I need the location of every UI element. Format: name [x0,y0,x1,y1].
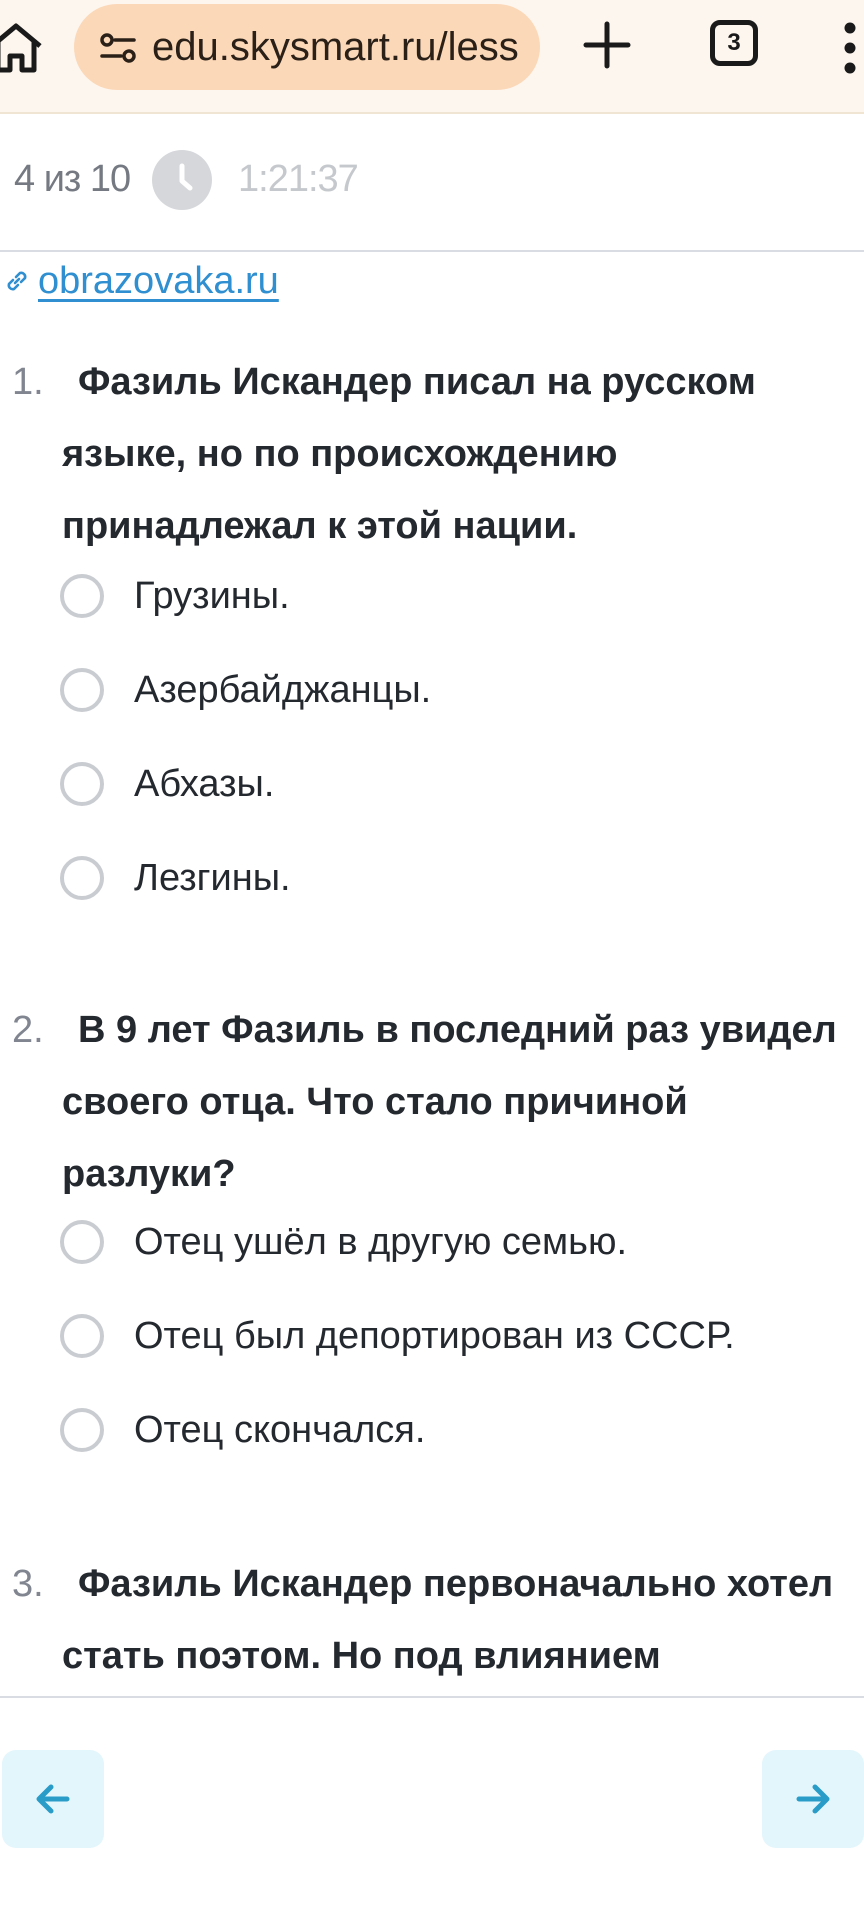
q1-option-1[interactable]: Грузины. [60,566,820,626]
next-question-button[interactable] [762,1750,864,1848]
browser-toolbar: edu.skysmart.ru/less 3 [0,0,864,114]
link-icon [7,271,27,291]
timer: 1:21:37 [238,158,359,200]
option-label: Грузины. [134,574,290,617]
radio-button[interactable] [60,574,104,618]
question-number: 1. [12,361,44,403]
option-label: Лезгины. [134,856,291,899]
divider [0,1696,864,1698]
address-bar[interactable]: edu.skysmart.ru/less [74,4,540,90]
progress-header: 4 из 10 1:21:37 [0,116,864,252]
radio-button[interactable] [60,856,104,900]
radio-button[interactable] [60,1408,104,1452]
option-label: Азербайджанцы. [134,668,432,711]
question-2-text: В 9 лет Фазиль в последний раз увидел св… [62,1009,837,1195]
source-link-text: obrazovaka.ru [38,259,279,302]
question-number: 2. [12,1009,44,1051]
radio-button[interactable] [60,668,104,712]
option-label: Отец был депортирован из СССР. [134,1314,735,1357]
new-tab-icon[interactable] [580,18,634,72]
q2-option-2[interactable]: Отец был депортирован из СССР. [60,1306,820,1366]
option-label: Отец ушёл в другую семью. [134,1220,627,1263]
url-text: edu.skysmart.ru/less [152,25,519,69]
q2-option-3[interactable]: Отец скончался. [60,1400,820,1460]
question-3-text: Фазиль Искандер первоначально хотел стат… [62,1563,834,1677]
q1-option-3[interactable]: Абхазы. [60,754,820,814]
tab-switcher-button[interactable]: 3 [710,20,758,66]
radio-button[interactable] [60,1314,104,1358]
site-settings-icon[interactable] [98,28,138,68]
option-label: Отец скончался. [134,1408,426,1451]
radio-button[interactable] [60,762,104,806]
source-link[interactable]: obrazovaka.ru [2,256,279,306]
q1-option-4[interactable]: Лезгины. [60,848,820,908]
question-number: 3. [12,1563,44,1605]
arrow-right-icon [796,1784,830,1814]
clock-icon [152,150,212,210]
q2-option-1[interactable]: Отец ушёл в другую семью. [60,1212,820,1272]
previous-question-button[interactable] [2,1750,104,1848]
home-icon[interactable] [0,18,46,78]
option-label: Абхазы. [134,762,275,805]
question-1-text: Фазиль Искандер писал на русском языке, … [62,361,756,547]
progress-counter: 4 из 10 [14,158,131,200]
q1-option-2[interactable]: Азербайджанцы. [60,660,820,720]
arrow-left-icon [36,1784,70,1814]
radio-button[interactable] [60,1220,104,1264]
overflow-menu-icon[interactable] [836,18,864,78]
